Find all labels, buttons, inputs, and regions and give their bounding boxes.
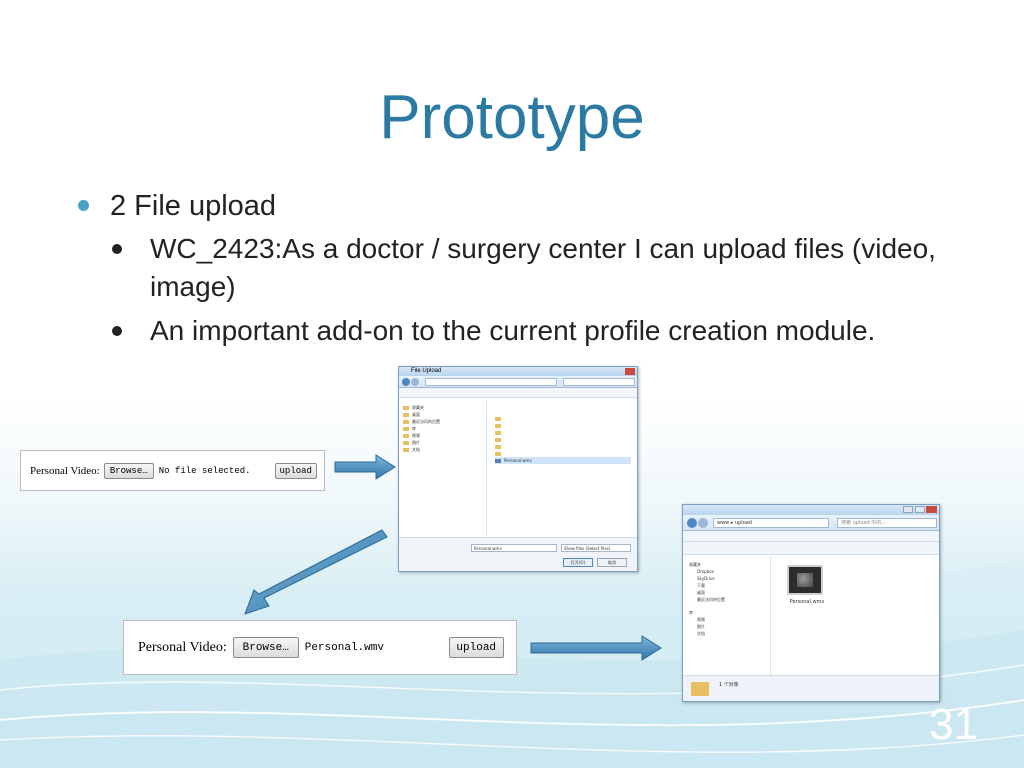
explorer-status-bar: 1 个对象 <box>683 675 939 701</box>
nav-library[interactable]: 库 <box>689 609 764 616</box>
personal-video-label: Personal Video: <box>30 464 100 477</box>
status-count: 1 个对象 <box>719 682 739 688</box>
video-thumbnail-icon[interactable] <box>787 565 823 595</box>
cancel-button[interactable]: 取消 <box>597 558 627 567</box>
slide-title: Prototype <box>379 83 645 152</box>
explorer-titlebar <box>683 505 939 515</box>
minimize-icon[interactable] <box>903 506 913 513</box>
dialog-title: File Upload <box>411 368 442 374</box>
nav-favorites[interactable]: 收藏夹 <box>403 404 482 411</box>
forward-icon[interactable] <box>698 518 708 528</box>
dialog-titlebar: File Upload <box>399 367 637 376</box>
explorer-nav-pane: 收藏夹 Dropbox SkyDrive 下载 桌面 最近访问的位置 库 视频 … <box>683 557 771 675</box>
file-row[interactable] <box>495 429 631 436</box>
personal-video-label: Personal Video: <box>138 639 227 655</box>
close-icon[interactable] <box>625 368 635 375</box>
page-number: 31 <box>929 700 978 749</box>
close-icon[interactable] <box>926 506 937 513</box>
file-status-text: No file selected. <box>158 465 251 476</box>
explorer-search[interactable]: 搜索 upload 中的... <box>837 518 937 528</box>
nav-skydrive[interactable]: SkyDrive <box>689 575 764 582</box>
explorer-toolbar <box>683 542 939 555</box>
upload-button[interactable]: upload <box>448 637 504 658</box>
search-field[interactable] <box>563 378 635 386</box>
nav-pictures[interactable]: 图片 <box>689 623 764 630</box>
explorer-window: www ▸ upload 搜索 upload 中的... 收藏夹 Dropbox… <box>682 504 940 702</box>
slide: Prototype 2 File upload WC_2423:As a doc… <box>0 0 1024 768</box>
arrow-down-left-icon <box>244 529 388 615</box>
dialog-toolbar <box>399 388 637 398</box>
upload-form-empty: Personal Video: Browse… No file selected… <box>20 450 325 491</box>
back-icon[interactable] <box>402 378 410 386</box>
file-row[interactable] <box>495 450 631 457</box>
bullet-list: 2 File upload WC_2423:As a doctor / surg… <box>78 188 978 350</box>
explorer-address-bar: www ▸ upload 搜索 upload 中的... <box>683 515 939 531</box>
nav-documents[interactable]: 文档 <box>689 630 764 637</box>
filename-input[interactable]: Personal.wmv <box>471 544 557 552</box>
path-field[interactable] <box>425 378 557 386</box>
file-row[interactable] <box>495 436 631 443</box>
file-row[interactable] <box>495 443 631 450</box>
file-row[interactable] <box>495 422 631 429</box>
dialog-footer: Personal.wmv Show files (Select files) 打… <box>399 537 637 571</box>
bullet-file-upload: 2 File upload <box>78 188 978 224</box>
nav-videos[interactable]: 视频 <box>689 616 764 623</box>
dialog-address-bar <box>399 376 637 388</box>
browse-button[interactable]: Browse… <box>232 637 299 658</box>
explorer-file-area: Personal.wmv <box>775 559 935 673</box>
nav-downloads[interactable]: 下载 <box>689 582 764 589</box>
file-upload-dialog: File Upload 收藏夹 桌面 最近访问的位置 库 视频 图片 文档 Pe… <box>398 366 638 572</box>
maximize-icon[interactable] <box>915 506 925 513</box>
nav-desktop[interactable]: 桌面 <box>403 411 482 418</box>
nav-documents[interactable]: 文档 <box>403 446 482 453</box>
browse-button[interactable]: Browse… <box>103 462 154 479</box>
upload-form-selected: Personal Video: Browse… Personal.wmv upl… <box>123 620 517 675</box>
nav-favorites[interactable]: 收藏夹 <box>689 561 764 568</box>
upload-button[interactable]: upload <box>274 462 317 479</box>
nav-pictures[interactable]: 图片 <box>403 439 482 446</box>
arrow-right-icon <box>530 635 662 661</box>
selected-filename-text: Personal.wmv <box>304 641 384 654</box>
file-row-selected[interactable]: Personal.wmv <box>495 457 631 464</box>
video-file-name[interactable]: Personal.wmv <box>783 599 831 606</box>
nav-library[interactable]: 库 <box>403 425 482 432</box>
nav-recent[interactable]: 最近访问的位置 <box>689 596 764 603</box>
dialog-nav-pane: 收藏夹 桌面 最近访问的位置 库 视频 图片 文档 <box>399 400 487 536</box>
nav-desktop[interactable]: 桌面 <box>689 589 764 596</box>
forward-icon[interactable] <box>411 378 419 386</box>
arrow-right-icon <box>334 454 396 480</box>
nav-recent[interactable]: 最近访问的位置 <box>403 418 482 425</box>
explorer-menubar <box>683 531 939 542</box>
file-row[interactable] <box>495 415 631 422</box>
sub-bullet-addon: An important add-on to the current profi… <box>78 312 978 350</box>
open-button[interactable]: 打开(O) <box>563 558 593 567</box>
explorer-path[interactable]: www ▸ upload <box>713 518 829 528</box>
dialog-file-list: Personal.wmv <box>491 403 635 535</box>
folder-icon <box>691 682 709 696</box>
sub-bullet-story: WC_2423:As a doctor / surgery center I c… <box>78 230 938 306</box>
back-icon[interactable] <box>687 518 697 528</box>
file-type-select[interactable]: Show files (Select files) <box>561 544 631 552</box>
nav-videos[interactable]: 视频 <box>403 432 482 439</box>
nav-dropbox[interactable]: Dropbox <box>689 568 764 575</box>
